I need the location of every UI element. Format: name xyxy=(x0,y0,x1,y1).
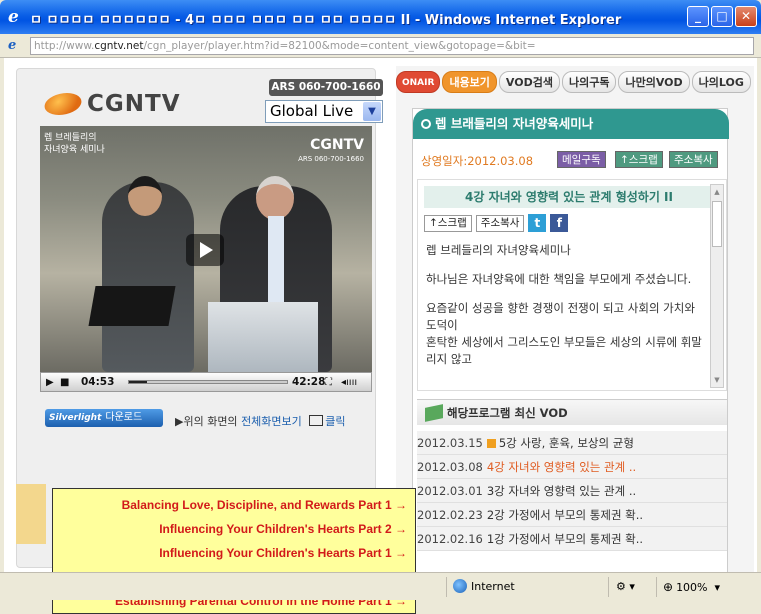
zoom-control[interactable]: ⊕ 100% ▾ xyxy=(656,577,756,597)
video-watermark: CGNTV ARS 060-700-1660 xyxy=(298,137,364,163)
ie-logo-icon: e xyxy=(8,7,19,27)
video-player[interactable]: 렙 브레들리의 자녀양육 세미나 CGNTV ARS 060-700-1660 xyxy=(40,126,372,372)
cgntv-logo[interactable]: CGNTV xyxy=(40,90,181,118)
window-title: ㅁ ㅁㅁㅁㅁ ㅁㅁㅁㅁㅁㅁ - 4ㅁ ㅁㅁㅁ ㅁㅁㅁ ㅁㅁ ㅁㅁ ㅁㅁㅁㅁ II… xyxy=(30,13,622,28)
list-item[interactable]: 2012.02.23 2강 가정에서 부모의 통제권 확.. xyxy=(417,503,727,527)
fullscreen-hint: ▶위의 화면의 전체화면보기 클릭 xyxy=(175,415,346,428)
episode-text: 렙 브레들리의 자녀양육세미나 하나님은 자녀양육에 대한 책임을 부모에게 주… xyxy=(426,243,702,366)
circle-icon xyxy=(421,119,431,129)
list-item[interactable]: 2012.03.01 3강 자녀와 영향력 있는 관계 .. xyxy=(417,479,727,503)
annotation-line: Influencing Your Children's Hearts Part … xyxy=(159,546,407,560)
episode-title: 4강 자녀와 영향력 있는 관계 형성하기 II xyxy=(424,186,714,208)
tab-vod-search[interactable]: VOD검색 xyxy=(498,71,560,93)
total-time: 42:28 xyxy=(292,376,326,388)
info-pane: ONAIR 내용보기 VOD검색 나의구독 나만의VOD 나의LOG 렙 브래들… xyxy=(396,66,754,578)
list-item[interactable]: 2012.03.15 5강 사랑, 훈육, 보상의 균형 xyxy=(417,431,727,455)
ars-phone-badge: ARS 060-700-1660 xyxy=(269,79,383,96)
protected-mode-icon[interactable]: ⚙ ▾ xyxy=(608,577,654,597)
mail-subscribe-button[interactable]: 메일구독 xyxy=(557,151,606,168)
podium xyxy=(208,302,318,372)
episode-copy-address-button[interactable]: 주소복사 xyxy=(475,214,525,232)
tab-bar: ONAIR 내용보기 VOD검색 나의구독 나만의VOD 나의LOG xyxy=(396,71,753,93)
annotation-line: Influencing Your Children's Hearts Part … xyxy=(159,522,407,536)
tab-my-vod[interactable]: 나만의VOD xyxy=(618,71,690,93)
status-bar: Internet ⚙ ▾ ⊕ 100% ▾ xyxy=(0,572,761,600)
cgntv-logo-icon xyxy=(40,93,86,115)
player-controls: ▶ ■ 04:53 42:28 ⛶ ◂ıııı xyxy=(40,372,372,392)
scroll-down-icon[interactable]: ▼ xyxy=(712,374,722,386)
address-bar: e http://www.cgntv.net/cgn_player/player… xyxy=(0,34,761,58)
fullscreen-box-icon xyxy=(309,415,324,426)
episode-actions: ↑스크랩 주소복사 t f xyxy=(424,214,572,232)
tab-my-log[interactable]: 나의LOG xyxy=(691,71,751,93)
play-button-icon[interactable]: ▶ xyxy=(46,376,54,389)
list-item[interactable]: 2012.02.16 1강 가정에서 부모의 통제권 확.. xyxy=(417,527,727,551)
tab-onair[interactable]: ONAIR xyxy=(396,71,441,93)
episode-description: 4강 자녀와 영향력 있는 관계 형성하기 II ↑스크랩 주소복사 t f 렙… xyxy=(417,179,727,391)
zone-indicator[interactable]: Internet xyxy=(446,577,606,597)
close-button[interactable]: ✕ xyxy=(735,6,757,27)
page-icon: e xyxy=(8,38,17,53)
copy-address-button[interactable]: 주소복사 xyxy=(669,151,718,168)
program-title: 렙 브래들리의 자녀양육세미나 xyxy=(413,109,729,139)
annotation-line: Balancing Love, Discipline, and Rewards … xyxy=(121,498,407,512)
book-icon xyxy=(425,404,443,422)
music-stand xyxy=(88,286,176,326)
play-icon[interactable] xyxy=(186,234,224,266)
channel-select[interactable]: Global Live ▼ xyxy=(265,100,383,123)
page-content: CGNTV ARS 060-700-1660 Global Live ▼ 렙 브… xyxy=(4,58,757,614)
latest-vod-list: 2012.03.15 5강 사랑, 훈육, 보상의 균형 2012.03.08 4강… xyxy=(417,431,727,551)
list-item[interactable]: 2012.03.08 4강 자녀와 영향력 있는 관계 .. xyxy=(417,455,727,479)
episode-scrap-button[interactable]: ↑스크랩 xyxy=(424,214,472,232)
scrap-button[interactable]: ↑스크랩 xyxy=(615,151,663,168)
minimize-button[interactable]: _ xyxy=(687,6,709,27)
fullscreen-icon[interactable]: ⛶ xyxy=(325,376,332,389)
silverlight-download-button[interactable]: Silverlight 다운로드 xyxy=(45,409,163,427)
seek-bar[interactable] xyxy=(128,380,288,384)
globe-icon xyxy=(453,579,467,593)
description-scrollbar[interactable]: ▲ ▼ xyxy=(710,184,724,388)
chevron-down-icon[interactable]: ▼ xyxy=(363,102,381,121)
scroll-thumb[interactable] xyxy=(712,201,722,247)
window-title-bar[interactable]: e ㅁ ㅁㅁㅁㅁ ㅁㅁㅁㅁㅁㅁ - 4ㅁ ㅁㅁㅁ ㅁㅁㅁ ㅁㅁ ㅁㅁ ㅁㅁㅁㅁ … xyxy=(0,0,761,34)
maximize-button[interactable]: □ xyxy=(711,6,733,27)
video-caption: 렙 브레들리의 자녀양육 세미나 xyxy=(44,133,105,155)
current-time: 04:53 xyxy=(81,376,115,388)
zoom-icon: ⊕ xyxy=(663,580,674,594)
facebook-icon[interactable]: f xyxy=(550,214,569,232)
left-banner-fragment xyxy=(16,484,46,544)
seek-bar-fill xyxy=(129,381,148,383)
program-card: 렙 브래들리의 자녀양육세미나 상영일자:2012.03.08 메일구독 ↑스크… xyxy=(412,108,729,578)
scroll-up-icon[interactable]: ▲ xyxy=(712,186,722,198)
volume-icon[interactable]: ◂ıııı xyxy=(341,376,357,389)
tab-content-view[interactable]: 내용보기 xyxy=(442,71,497,93)
new-badge-icon xyxy=(486,439,496,448)
tab-my-subscriptions[interactable]: 나의구독 xyxy=(561,71,617,93)
stop-button-icon[interactable]: ■ xyxy=(60,376,69,389)
air-date: 상영일자:2012.03.08 xyxy=(421,154,534,168)
latest-vod-heading: 해당프로그램 최신 VOD xyxy=(417,399,727,425)
address-input[interactable]: http://www.cgntv.net/cgn_player/player.h… xyxy=(30,37,754,55)
twitter-icon[interactable]: t xyxy=(528,214,547,232)
speaker-translator xyxy=(102,176,194,372)
fullscreen-link[interactable]: 전체화면보기 xyxy=(241,415,302,428)
